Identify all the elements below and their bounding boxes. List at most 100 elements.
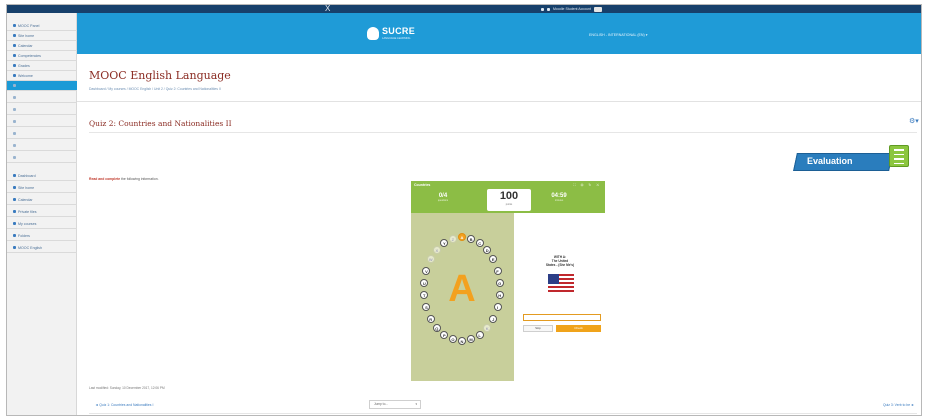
folder-icon [13,156,16,159]
sidebar-item[interactable]: Dashboard [7,171,77,181]
jump-to-select[interactable]: Jump to... ▾ [369,400,421,409]
site-logo[interactable]: SUCRE LANGUAGE LEARNING [367,27,415,40]
sidebar-item[interactable]: Calendar [7,41,77,51]
logo-text: SUCRE [382,26,416,36]
sidebar-item[interactable]: Site home [7,183,77,193]
sidebar-item-label: Folders [18,233,30,238]
folder-icon [13,108,16,111]
letter-bubble[interactable]: T [420,291,429,300]
folder-icon [13,120,16,123]
instructions: Read and complete the following informat… [89,177,159,181]
divider [89,413,917,414]
letter-bubble[interactable]: G [495,278,504,287]
sidebar-item-label: Calendar [18,197,33,202]
browser-frame: X Moodle Student Account MOOC Panel Site … [6,4,922,416]
letter-bubble[interactable]: Q [432,323,441,332]
sidebar-item[interactable]: MOOC English [7,243,77,253]
message-icon[interactable] [547,7,550,11]
file-icon [13,210,16,213]
grades-icon [13,64,16,67]
chevron-down-icon: ▾ [415,402,417,406]
letter-bubble[interactable]: E [489,255,498,264]
logo-mark-icon [367,27,379,40]
questions-label: questions [437,199,449,202]
sidebar-item[interactable]: My courses [7,219,77,229]
game-toolbar-icons[interactable]: ⛶ ⚙ ↻ ✕ [573,183,601,187]
folder-icon [13,132,16,135]
home-icon [13,34,16,37]
clipboard-icon [889,145,909,167]
letter-bubble[interactable]: A [458,233,466,241]
sidebar-item[interactable]: Site home [7,31,77,41]
sidebar-item[interactable]: Private files [7,207,77,217]
sidebar-item[interactable] [7,141,77,151]
letter-bubble[interactable]: V [422,266,431,275]
sidebar-item[interactable] [7,105,77,115]
sidebar-item[interactable] [7,117,77,127]
sidebar-item[interactable] [7,129,77,139]
letter-bubble[interactable]: S [422,303,431,312]
sidebar-item[interactable]: Folders [7,231,77,241]
letter-bubble[interactable]: P [440,331,449,340]
sidebar-item[interactable]: MOOC Panel [7,21,77,31]
letter-bubble[interactable]: M [467,335,476,344]
letter-bubble[interactable]: U [420,278,429,287]
letter-bubble[interactable]: R [426,314,435,323]
sidebar-item[interactable] [7,153,77,163]
letter-bubble[interactable]: H [495,291,504,300]
letter-bubble[interactable]: K [483,323,492,332]
letter-bubble[interactable]: N [458,337,466,345]
sidebar-item[interactable]: Competencies [7,51,77,61]
answer-input[interactable] [523,314,601,321]
breadcrumb[interactable]: Dashboard / My courses / MOOC English / … [89,87,221,91]
letter-bubble[interactable]: W [426,255,435,264]
sidebar-item[interactable] [7,81,77,91]
language-selector[interactable]: ENGLISH - INTERNATIONAL (EN) ▾ [589,33,648,37]
letter-bubble[interactable]: B [467,234,476,243]
sidebar-item-label: Private files [18,209,37,214]
divider [77,101,921,102]
score-box: 100 points [487,189,531,211]
letter-bubble[interactable]: Y [440,238,449,247]
user-name[interactable]: Moodle Student Account [553,7,591,11]
game-title: Countries [414,183,431,187]
skip-button[interactable]: Skip [523,325,553,332]
sidebar-item[interactable]: Calendar [7,195,77,205]
letter-bubble[interactable]: X [432,246,441,255]
evaluation-label: Evaluation [807,156,853,166]
logo-subtitle: LANGUAGE LEARNING [382,37,411,40]
letter-bubble[interactable]: Z [448,234,457,243]
avatar[interactable] [593,6,602,12]
letter-bubble[interactable]: J [489,314,498,323]
course-icon [13,246,16,249]
gear-icon[interactable]: ⚙▾ [909,117,919,125]
letter-bubble[interactable]: I [493,303,502,312]
timer-stat: 04:59 minutes [539,193,579,202]
sidebar-item[interactable]: Grades [7,61,77,71]
letter-bubble[interactable]: O [448,335,457,344]
current-letter: A [448,268,476,310]
score-value: 100 [499,190,519,202]
page-title: MOOC English Language [89,69,231,82]
user-menu[interactable]: Moodle Student Account [541,6,602,12]
notification-icon[interactable] [541,7,544,11]
folder-icon [13,84,16,87]
sidebar-item-label: Site home [18,185,35,190]
next-activity-link[interactable]: Quiz 3: Verb to be ► [883,403,914,407]
check-button[interactable]: Check [556,325,601,332]
sidebar-item[interactable] [7,93,77,103]
previous-activity-link[interactable]: ◄ Quiz 1: Countries and Nationalities I [95,403,153,407]
sidebar-item-label: Calendar [18,43,33,48]
letter-bubble[interactable]: L [475,331,484,340]
calendar-icon [13,44,16,47]
close-icon[interactable]: X [325,5,330,13]
timer-label: minutes [554,199,564,202]
sidebar: MOOC Panel Site home Calendar Competencies G… [7,13,77,415]
letter-bubble[interactable]: D [483,246,492,255]
sidebar-item-label: My courses [18,221,37,226]
sidebar-item[interactable]: Welcome [7,71,77,81]
activity-title: Quiz 2: Countries and Nationalities II [89,119,232,128]
word-game: Countries ⛶ ⚙ ↻ ✕ 0/4 questions 100 poin… [411,181,605,381]
letter-bubble[interactable]: F [493,266,502,275]
letter-bubble[interactable]: C [475,238,484,247]
